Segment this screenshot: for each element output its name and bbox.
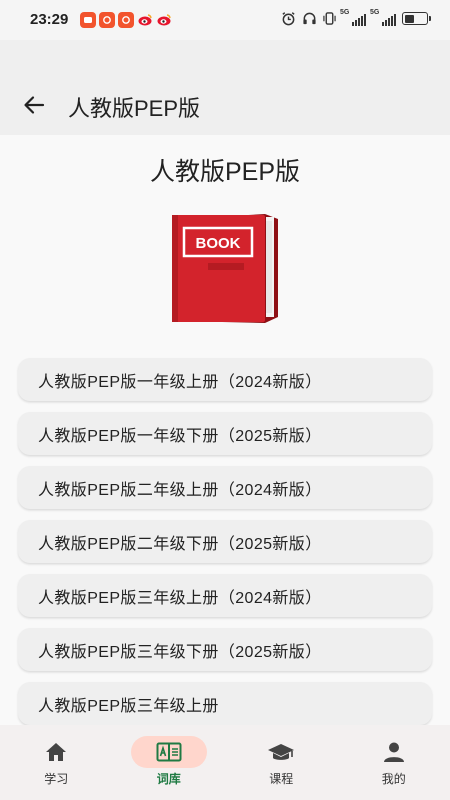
page-title: 人教版PEP版 — [149, 158, 301, 186]
nav-icon-container — [18, 736, 94, 768]
volume-item[interactable]: 人教版PEP版一年级下册（2025新版） — [18, 412, 432, 455]
app-notification-icon — [80, 12, 96, 28]
dictionary-icon — [156, 742, 182, 762]
app-bar-title: 人教版PEP版 — [68, 96, 201, 121]
volume-item[interactable]: 人教版PEP版三年级上册（2024新版） — [18, 574, 432, 617]
nav-label: 课程 — [269, 772, 294, 786]
notification-icons — [80, 12, 172, 28]
weibo-icon — [137, 12, 153, 28]
nav-icon-container — [130, 736, 207, 768]
volume-list: 人教版PEP版一年级上册（2024新版） 人教版PEP版一年级下册（2025新版… — [18, 358, 432, 725]
volume-item[interactable]: 人教版PEP版二年级上册（2024新版） — [18, 466, 432, 509]
nav-item-vocabulary[interactable]: 词库 — [113, 725, 226, 800]
volume-item[interactable]: 人教版PEP版三年级下册（2025新版） — [18, 628, 432, 671]
status-time: 23:29 — [30, 11, 69, 28]
nav-label: 词库 — [156, 772, 181, 786]
home-icon — [46, 743, 67, 761]
signal-5g-icon: 5G — [370, 9, 396, 26]
bottom-nav: 学习 词库 课程 我的 — [0, 725, 450, 800]
nav-icon-container — [243, 736, 319, 768]
nav-label: 我的 — [381, 772, 406, 786]
headphones-icon — [303, 12, 316, 25]
graduation-cap-icon — [268, 744, 295, 760]
battery-icon — [402, 12, 431, 25]
app-notification-icon — [118, 12, 134, 28]
nav-item-profile[interactable]: 我的 — [338, 725, 450, 800]
main-content[interactable]: 人教版PEP版 BOOK 人教版PEP版一年级上册（2024新版） 人教版PEP… — [0, 135, 450, 725]
status-right-icons: 5G 5G — [281, 9, 431, 26]
book-cover-label: BOOK — [196, 235, 241, 252]
volume-item[interactable]: 人教版PEP版二年级下册（2025新版） — [18, 520, 432, 563]
back-button[interactable] — [18, 90, 50, 120]
nav-item-study[interactable]: 学习 — [0, 725, 113, 800]
weibo-icon — [156, 12, 172, 28]
volume-item[interactable]: 人教版PEP版三年级上册 — [18, 682, 432, 725]
person-icon — [383, 742, 404, 762]
status-bar: 23:29 5G 5G — [0, 0, 450, 40]
arrow-left-icon — [24, 96, 45, 114]
alarm-icon — [282, 12, 295, 26]
nav-item-courses[interactable]: 课程 — [225, 725, 338, 800]
volume-item[interactable]: 人教版PEP版一年级上册（2024新版） — [18, 358, 432, 401]
app-notification-icon — [99, 12, 115, 28]
app-bar: 人教版PEP版 — [0, 40, 450, 135]
nav-label: 学习 — [44, 772, 69, 786]
book-icon: BOOK — [172, 214, 278, 323]
vibrate-icon — [323, 12, 336, 25]
signal-5g-icon: 5G — [340, 9, 366, 26]
nav-icon-container — [356, 736, 432, 768]
